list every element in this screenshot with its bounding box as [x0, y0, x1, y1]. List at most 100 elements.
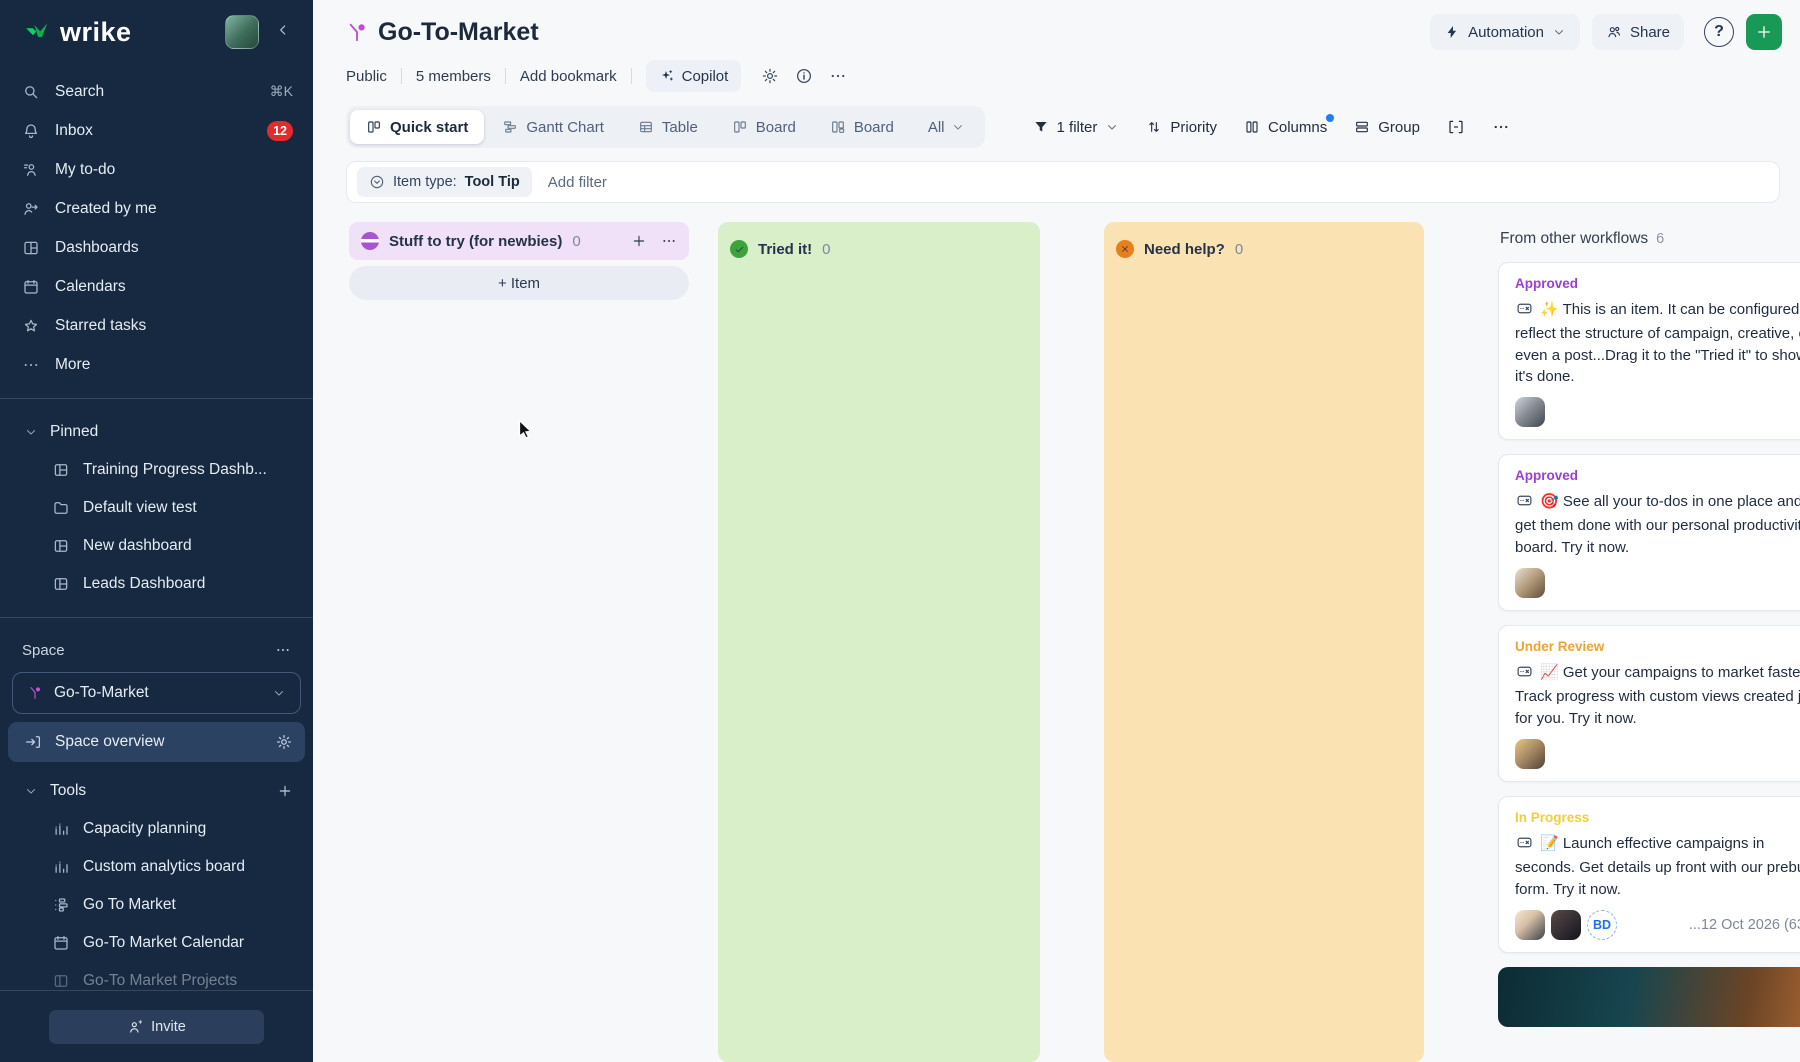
pinned-item-label: Default view test — [83, 499, 197, 517]
group-control[interactable]: Group — [1354, 119, 1420, 136]
add-bookmark-link[interactable]: Add bookmark — [520, 68, 617, 85]
info-icon[interactable] — [795, 67, 813, 85]
toolbar-more-control[interactable] — [1492, 118, 1510, 136]
user-avatar[interactable] — [225, 15, 259, 49]
sidebar-item-leads-dashboard[interactable]: Leads Dashboard — [0, 565, 313, 603]
invite-button[interactable]: Invite — [49, 1010, 264, 1044]
sidebar-item-label: Calendars — [55, 278, 126, 296]
visibility-label[interactable]: Public — [346, 68, 387, 85]
item-type-filter-chip[interactable]: Item type: Tool Tip — [357, 167, 532, 197]
space-selector[interactable]: Go-To-Market — [12, 672, 301, 714]
calendar-icon — [22, 278, 40, 296]
workflow-card[interactable]: In Progress 📝 Launch effective campaigns… — [1498, 796, 1800, 953]
add-tool-icon[interactable] — [277, 783, 293, 799]
add-item-icon[interactable] — [631, 233, 647, 249]
status-purple-icon — [361, 232, 379, 250]
automation-button[interactable]: Automation — [1430, 14, 1580, 50]
workflow-card[interactable]: Approved ✨ This is an item. It can be co… — [1498, 262, 1800, 440]
search-icon — [22, 83, 40, 101]
view-tabs: Quick start Gantt Chart Table Board Boar… — [346, 106, 985, 148]
pane-icon — [1447, 118, 1465, 136]
filter-control[interactable]: 1 filter — [1033, 119, 1120, 136]
sidebar-collapse-button[interactable] — [269, 18, 297, 47]
photo-thumbnail-card[interactable] — [1498, 967, 1800, 1027]
share-label: Share — [1630, 24, 1670, 41]
dashboard-icon — [52, 461, 70, 479]
members-link[interactable]: 5 members — [416, 68, 491, 85]
todo-person-icon — [22, 161, 40, 179]
dashboard-icon — [52, 575, 70, 593]
sidebar-item-capacity-planning[interactable]: Capacity planning — [0, 810, 313, 848]
circle-chevron-icon — [369, 174, 385, 190]
sidebar-item-default-view-test[interactable]: Default view test — [0, 489, 313, 527]
sidebar-item-more[interactable]: More — [0, 345, 313, 384]
filter-count-label: 1 filter — [1057, 119, 1098, 136]
column-header[interactable]: Tried it! 0 — [730, 230, 1028, 268]
column-need-help: Need help? 0 — [1104, 222, 1424, 1062]
wrike-logo[interactable]: wrike — [22, 17, 215, 48]
pinned-item-label: Training Progress Dashb... — [83, 461, 267, 479]
gear-icon[interactable] — [275, 733, 293, 751]
tools-section-header[interactable]: Tools — [0, 772, 313, 810]
space-section-title: Space — [22, 642, 65, 659]
card-status: In Progress — [1515, 810, 1800, 825]
tab-board-locked[interactable]: Board — [814, 110, 910, 144]
card-due-date: ...12 Oct 2026 (631 — [1689, 917, 1800, 933]
sidebar-item-calendars[interactable]: Calendars — [0, 267, 313, 306]
check-circle-icon — [730, 240, 748, 258]
panel-resize-control[interactable] — [1447, 118, 1465, 136]
sidebar-item-custom-analytics-board[interactable]: Custom analytics board — [0, 848, 313, 886]
sidebar-item-created-by-me[interactable]: Created by me — [0, 189, 313, 228]
copilot-button[interactable]: Copilot — [646, 60, 742, 92]
create-button[interactable] — [1746, 14, 1782, 50]
filter-bar: Item type: Tool Tip Add filter — [346, 161, 1780, 203]
sidebar-item-inbox[interactable]: Inbox 12 — [0, 111, 313, 150]
workflow-card[interactable]: Under Review 📈 Get your campaigns to mar… — [1498, 625, 1800, 782]
tab-all-views[interactable]: All — [912, 110, 981, 144]
assignee-initials-badge: BD — [1587, 910, 1617, 940]
sidebar-item-my-todo[interactable]: My to-do — [0, 150, 313, 189]
board-icon — [732, 119, 748, 135]
column-header[interactable]: Stuff to try (for newbies) 0 — [349, 222, 689, 260]
tab-gantt-chart[interactable]: Gantt Chart — [486, 110, 620, 144]
tab-board[interactable]: Board — [716, 110, 812, 144]
bell-icon — [22, 122, 40, 140]
space-more-icon[interactable] — [275, 642, 291, 658]
card-text: 📝 Launch effective campaigns in seconds.… — [1515, 833, 1800, 900]
sidebar-item-label: My to-do — [55, 161, 115, 179]
sidebar-item-dashboards[interactable]: Dashboards — [0, 228, 313, 267]
help-button[interactable]: ? — [1704, 17, 1734, 47]
sidebar-item-label: Starred tasks — [55, 317, 146, 335]
columns-control[interactable]: Columns — [1244, 119, 1327, 136]
sidebar-item-go-to-market[interactable]: Go To Market — [0, 886, 313, 924]
more-actions-icon[interactable] — [829, 67, 847, 85]
column-header[interactable]: Need help? 0 — [1116, 230, 1412, 268]
tab-table[interactable]: Table — [622, 110, 714, 144]
sidebar-item-starred-tasks[interactable]: Starred tasks — [0, 306, 313, 345]
sort-priority-control[interactable]: Priority — [1146, 119, 1217, 136]
chart-bars-icon — [52, 858, 70, 876]
workflow-card[interactable]: Approved 🎯 See all your to-dos in one pl… — [1498, 454, 1800, 611]
space-selector-value: Go-To-Market — [54, 684, 149, 702]
board-lock-icon — [830, 119, 846, 135]
sidebar-item-search[interactable]: Search ⌘K — [0, 72, 313, 111]
sidebar-item-new-dashboard[interactable]: New dashboard — [0, 527, 313, 565]
search-shortcut: ⌘K — [270, 83, 293, 100]
tab-quick-start[interactable]: Quick start — [350, 110, 484, 144]
lightning-icon — [1444, 24, 1460, 40]
tool-item-label: Capacity planning — [83, 820, 206, 838]
tab-label: Quick start — [390, 119, 468, 136]
add-item-button[interactable]: + Item — [349, 266, 689, 300]
sidebar-item-space-overview[interactable]: Space overview — [8, 722, 305, 762]
pinned-section-header[interactable]: Pinned — [0, 413, 313, 451]
share-button[interactable]: Share — [1592, 14, 1684, 50]
add-filter-button[interactable]: Add filter — [548, 174, 607, 191]
sidebar-item-training-dashboard[interactable]: Training Progress Dashb... — [0, 451, 313, 489]
divider — [401, 68, 402, 84]
dashboards-icon — [22, 239, 40, 257]
pinned-item-label: New dashboard — [83, 537, 192, 555]
settings-gear-icon[interactable] — [761, 67, 779, 85]
sidebar-item-go-to-market-calendar[interactable]: Go-To Market Calendar — [0, 924, 313, 962]
column-more-icon[interactable] — [661, 233, 677, 249]
folder-icon — [52, 499, 70, 517]
